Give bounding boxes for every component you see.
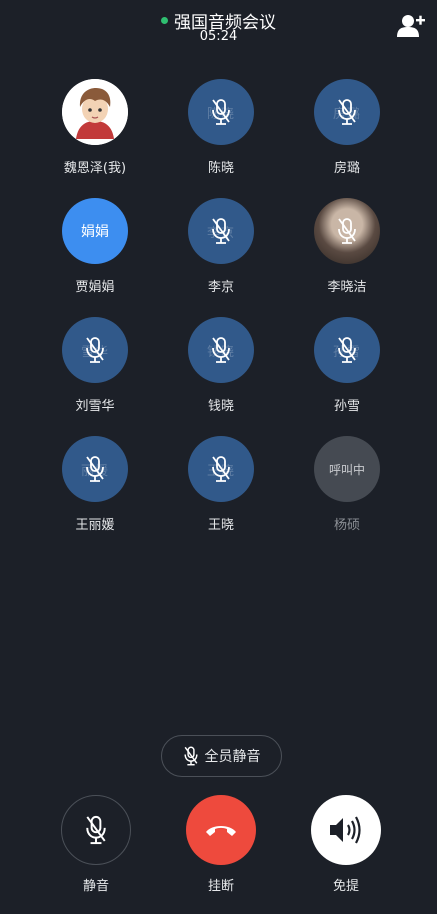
mic-off-icon [338,99,356,125]
mic-off-icon [212,337,230,363]
avatar: 房璐 [314,79,380,145]
avatar: 钱晓 [188,317,254,383]
phone-hangup-icon [206,826,236,836]
avatar-initials: 娟娟 [81,224,109,240]
member-tile[interactable]: 钱晓 钱晓 [171,317,271,414]
member-name: 魏恩泽(我) [63,161,127,176]
avatar: 李京 [188,198,254,264]
mic-off-icon [212,456,230,482]
member-tile[interactable]: 李晓洁 [297,198,397,295]
avatar: 呼叫中 [314,436,380,502]
mic-off-icon [338,218,356,244]
member-name: 李晓洁 [327,280,367,295]
avatar [314,198,380,264]
avatar: 孙雪 [314,317,380,383]
member-tile[interactable]: 陈晓 陈晓 [171,79,271,176]
mute-control: 静音 [46,795,146,894]
avatar: 陈晓 [188,79,254,145]
member-name: 钱晓 [207,399,234,414]
member-name: 李京 [207,280,234,295]
member-tile[interactable]: 丽媛 王丽媛 [45,436,145,533]
mic-off-icon [212,99,230,125]
member-tile[interactable]: 房璐 房璐 [297,79,397,176]
speaker-label: 免提 [332,879,359,894]
mic-off-icon [338,337,356,363]
hangup-control: 挂断 [171,795,271,894]
member-tile[interactable]: 李京 李京 [171,198,271,295]
avatar: 王晓 [188,436,254,502]
member-tile[interactable]: 魏恩泽(我) [45,79,145,176]
hangup-button[interactable] [186,795,256,865]
avatar: 娟娟 [62,198,128,264]
mute-label: 静音 [82,879,109,894]
hangup-label: 挂断 [207,879,234,894]
member-name: 刘雪华 [75,399,115,414]
status-dot [161,17,168,24]
member-name: 房璐 [333,161,360,176]
member-name: 贾娟娟 [75,280,115,295]
member-tile[interactable]: 孙雪 孙雪 [297,317,397,414]
mute-all-label: 全员静音 [204,749,261,765]
mute-button[interactable] [61,795,131,865]
avatar: 雪华 [62,317,128,383]
speaker-icon [330,816,361,844]
member-tile[interactable]: 呼叫中 杨硕 [297,436,397,533]
call-header: 强国音频会议 05:24 [0,0,437,50]
calling-status: 呼叫中 [328,462,365,477]
call-timer: 05:24 [199,29,238,44]
add-user-icon[interactable] [397,13,425,39]
mic-off-icon [86,337,104,363]
avatar: 丽媛 [62,436,128,502]
member-name: 王晓 [207,518,234,533]
member-name: 陈晓 [207,161,234,176]
speaker-button[interactable] [311,795,381,865]
mic-off-icon [86,456,104,482]
member-tile[interactable]: 雪华 刘雪华 [45,317,145,414]
member-name: 王丽媛 [75,518,115,533]
mic-off-icon [212,218,230,244]
cartoon-avatar-icon [62,79,128,145]
speaker-control: 免提 [296,795,396,894]
member-tile[interactable]: 王晓 王晓 [171,436,271,533]
avatar [62,79,128,145]
member-name: 孙雪 [333,399,360,414]
mic-off-icon [183,746,198,766]
mic-off-icon [86,815,106,845]
mute-all-button[interactable]: 全员静音 [161,735,282,777]
member-name: 杨硕 [333,518,360,533]
member-tile[interactable]: 娟娟 贾娟娟 [45,198,145,295]
